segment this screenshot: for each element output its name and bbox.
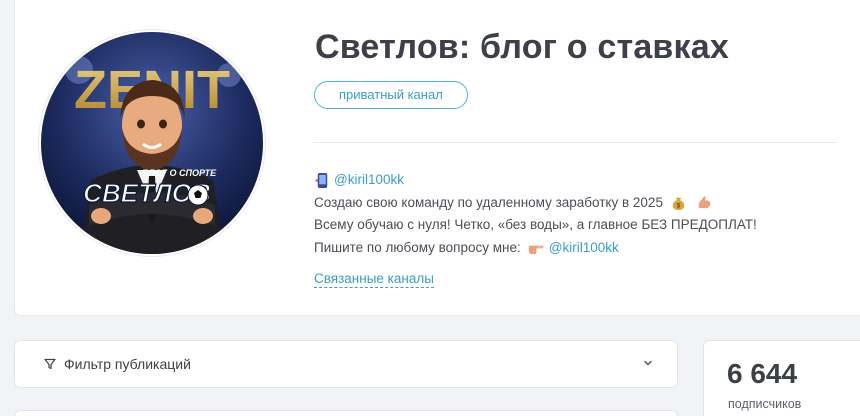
publication-filter[interactable]: Фильтр публикаций	[14, 340, 678, 388]
channel-title: Светлов: блог о ставках	[315, 28, 729, 66]
filter-icon	[44, 358, 56, 370]
subscribers-label: подписчиков	[728, 397, 802, 411]
flexed-biceps-icon	[698, 196, 711, 209]
channel-page: ZENIT БЛОГ О С	[0, 0, 860, 416]
phone-icon	[314, 172, 328, 188]
svg-text:$: $	[677, 203, 681, 210]
description-text-4: Пишите по любому вопросу мне:	[314, 239, 521, 255]
channel-avatar[interactable]: ZENIT БЛОГ О С	[39, 30, 265, 256]
avatar-subtitle: БЛОГ О СПОРТЕ	[142, 168, 217, 178]
description-line-3: Всему обучаю с нуля! Четко, «без воды», …	[314, 217, 757, 232]
channel-description: @kiril100kk Создаю свою команду по удале…	[314, 169, 854, 259]
avatar-image: ZENIT БЛОГ О С	[41, 32, 263, 254]
subscribers-count: 6 644	[727, 358, 798, 389]
publications-list-panel	[14, 410, 678, 416]
chevron-down-icon[interactable]	[643, 358, 653, 368]
channel-header-card: ZENIT БЛОГ О С	[14, 0, 860, 316]
subscribers-stat-card: 6 644 подписчиков	[703, 340, 860, 416]
pointing-hand-icon	[528, 245, 544, 255]
contact-link[interactable]: @kiril100kk	[334, 169, 404, 192]
contact-link-2[interactable]: @kiril100kk	[549, 237, 619, 260]
filter-label: Фильтр публикаций	[64, 356, 191, 372]
header-divider	[314, 142, 837, 143]
description-line-1: @kiril100kk	[314, 169, 854, 192]
description-line-2: Создаю свою команду по удаленному зарабо…	[314, 192, 854, 215]
description-text-2: Создаю свою команду по удаленному зарабо…	[314, 194, 663, 210]
money-bag-icon: $	[672, 198, 685, 211]
related-channels-link[interactable]: Связанные каналы	[314, 271, 434, 288]
description-line-4: Пишите по любому вопросу мне: @kiril100k…	[314, 237, 854, 260]
private-channel-badge: приватный канал	[314, 81, 468, 109]
